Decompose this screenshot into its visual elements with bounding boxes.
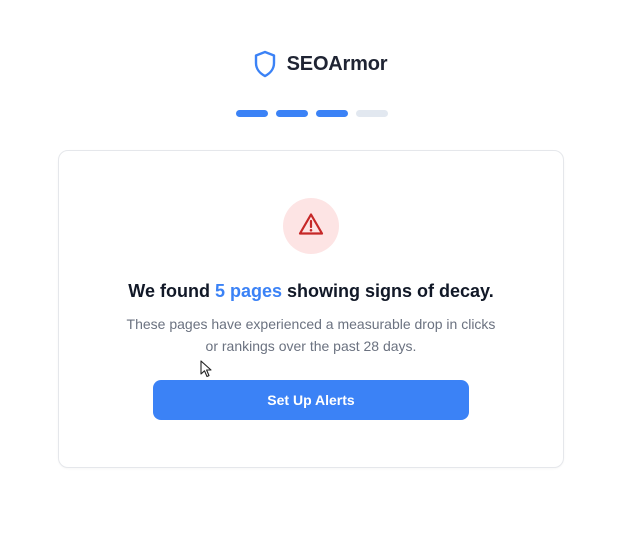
progress-step: [316, 110, 348, 117]
card-description: These pages have experienced a measurabl…: [126, 316, 496, 354]
headline-prefix: We found: [128, 281, 215, 301]
decay-summary-card: We found 5 pages showing signs of decay.…: [58, 150, 564, 468]
progress-step: [356, 110, 388, 117]
progress-step: [276, 110, 308, 117]
brand-name: SEOArmor: [286, 52, 388, 75]
brand-header: SEOArmor: [0, 50, 640, 78]
warning-icon: [298, 212, 324, 241]
card-headline: We found 5 pages showing signs of decay.: [59, 281, 563, 302]
progress-step: [236, 110, 268, 117]
set-up-alerts-button[interactable]: Set Up Alerts: [153, 380, 469, 420]
onboarding-page: SEOArmor We found 5 pages showing signs …: [0, 0, 640, 548]
headline-suffix: showing signs of decay.: [282, 281, 494, 301]
warning-badge: [283, 198, 339, 254]
progress-steps: [236, 110, 388, 117]
mouse-cursor-icon: [200, 360, 214, 378]
pages-count: 5 pages: [214, 281, 282, 301]
shield-icon: [253, 50, 277, 78]
